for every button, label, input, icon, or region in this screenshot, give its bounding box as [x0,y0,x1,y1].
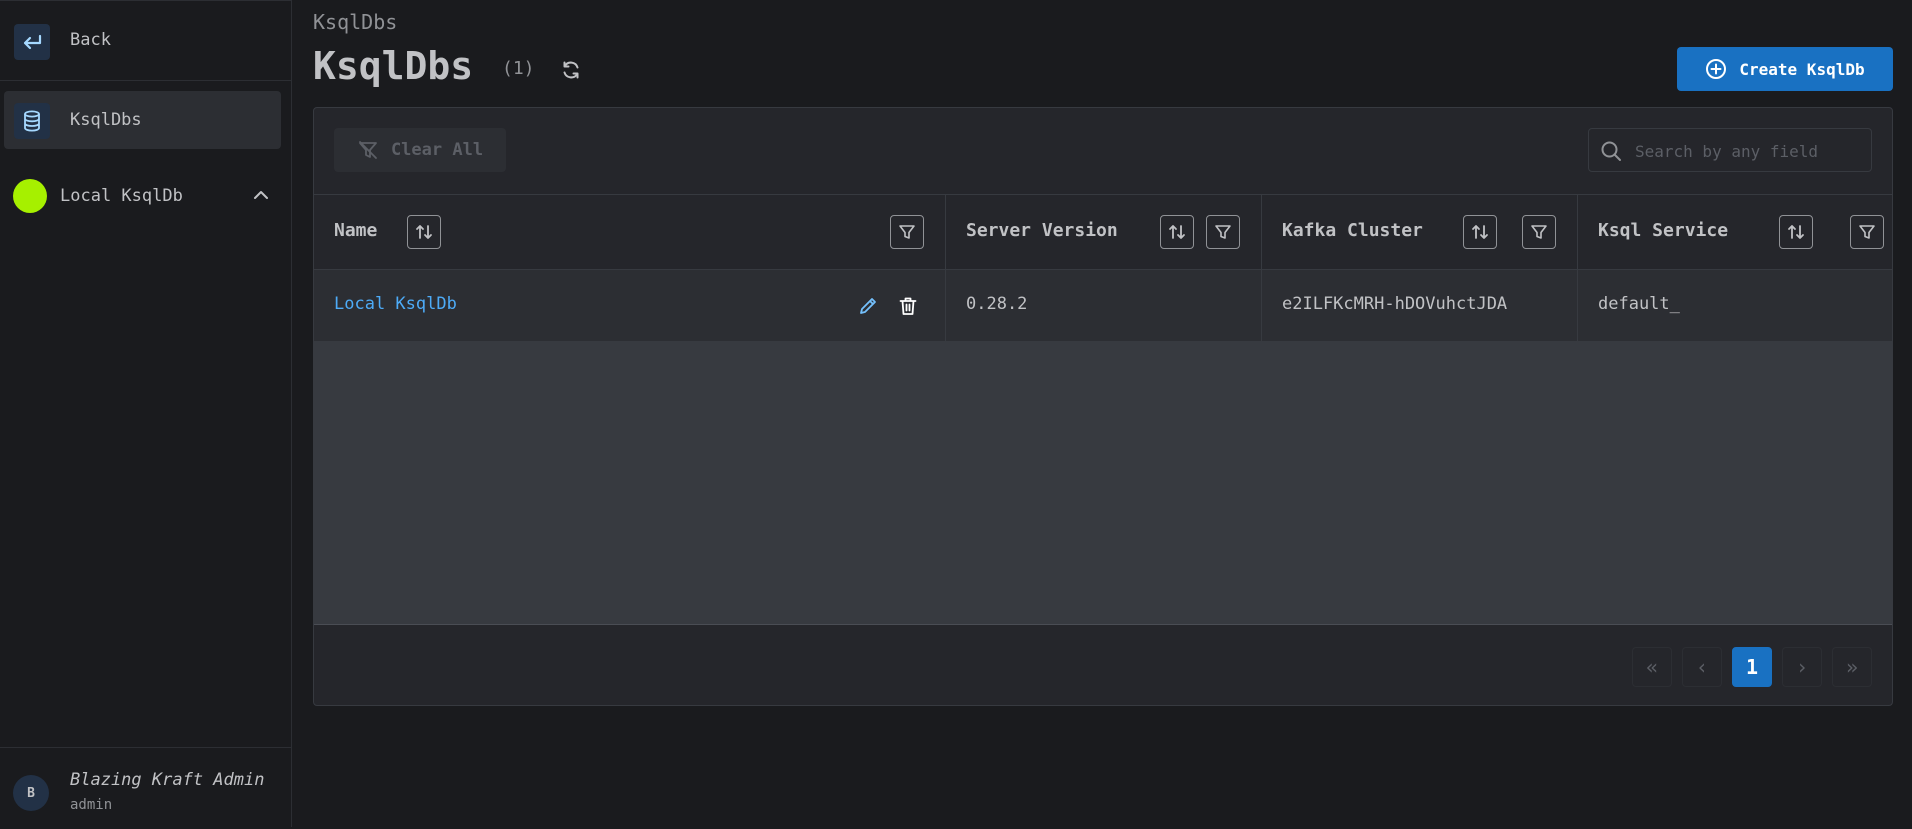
cell-kafka-cluster: e2ILFKcMRH-hDOVuhctJDA [1261,270,1577,341]
column-header-label: Ksql Service [1598,220,1729,241]
cluster-label: Local KsqlDb [60,186,183,206]
search-input[interactable] [1633,129,1867,173]
filter-icon[interactable] [1206,215,1240,249]
column-header-label: Server Version [966,220,1118,241]
sort-icon[interactable] [1463,215,1497,249]
sidebar-item-label: KsqlDbs [70,110,142,130]
table-row: Local KsqlDb 0.28.2 e2ILFKcMRH-hDOVuhctJ… [314,270,1892,342]
sidebar-item-ksqldbs[interactable]: KsqlDbs [4,91,281,149]
table-empty-area [314,342,1892,625]
search-box [1588,128,1872,173]
create-ksqldb-label: Create KsqlDb [1739,59,1865,79]
ksqldb-table-panel: Clear All Name Server Version [313,107,1893,706]
filter-icon[interactable] [890,215,924,249]
column-header-server-version: Server Version [945,195,1261,269]
ksqldb-name-link[interactable]: Local KsqlDb [334,294,457,314]
filter-off-icon [359,141,377,159]
back-label: Back [70,30,111,50]
plus-circle-icon [1706,59,1727,79]
first-page-button[interactable]: « [1632,647,1672,687]
page-1-button[interactable]: 1 [1732,647,1772,687]
user-profile[interactable]: B Blazing Kraft Admin admin [0,747,291,829]
filter-icon[interactable] [1850,215,1884,249]
filter-icon[interactable] [1522,215,1556,249]
sort-icon[interactable] [1160,215,1194,249]
create-ksqldb-button[interactable]: Create KsqlDb [1677,47,1893,91]
pagination: « ‹ 1 › » [314,625,1892,705]
sort-icon[interactable] [1779,215,1813,249]
table-header: Name Server Version Kafka Cluster Ksql S… [314,194,1892,270]
column-header-label: Name [334,220,378,241]
back-arrow-icon [14,24,50,60]
cell-ksql-service: default_ [1577,270,1892,341]
table-toolbar: Clear All [314,108,1892,194]
ksql-service-value: default_ [1598,294,1680,314]
sidebar: Back KsqlDbs Local KsqlDb B Blazing Kraf… [0,0,292,827]
avatar: B [13,775,49,811]
user-name: Blazing Kraft Admin [70,770,265,790]
user-role: admin [70,797,113,813]
cluster-selector[interactable]: Local KsqlDb [0,175,291,215]
database-icon [14,103,50,139]
clear-all-button[interactable]: Clear All [334,128,506,172]
edit-icon[interactable] [855,293,881,319]
chevron-up-icon[interactable] [252,187,270,206]
column-header-kafka-cluster: Kafka Cluster [1261,195,1577,269]
search-icon [1601,141,1621,161]
sort-icon[interactable] [407,215,441,249]
trash-icon[interactable] [895,293,921,319]
server-version-value: 0.28.2 [966,294,1028,314]
page-title: KsqlDbs [313,44,474,88]
column-header-name: Name [314,195,945,269]
column-header-label: Kafka Cluster [1282,220,1423,241]
cell-server-version: 0.28.2 [945,270,1261,341]
prev-page-button[interactable]: ‹ [1682,647,1722,687]
cluster-avatar [13,179,47,213]
breadcrumb[interactable]: KsqlDbs [313,10,397,34]
refresh-icon[interactable] [558,58,584,82]
next-page-button[interactable]: › [1782,647,1822,687]
cell-name: Local KsqlDb [314,270,945,341]
clear-all-label: Clear All [390,140,484,160]
count-badge: (1) [502,58,535,79]
last-page-button[interactable]: » [1832,647,1872,687]
back-button[interactable]: Back [0,1,291,81]
column-header-ksql-service: Ksql Service [1577,195,1892,269]
kafka-cluster-value: e2ILFKcMRH-hDOVuhctJDA [1282,294,1508,314]
